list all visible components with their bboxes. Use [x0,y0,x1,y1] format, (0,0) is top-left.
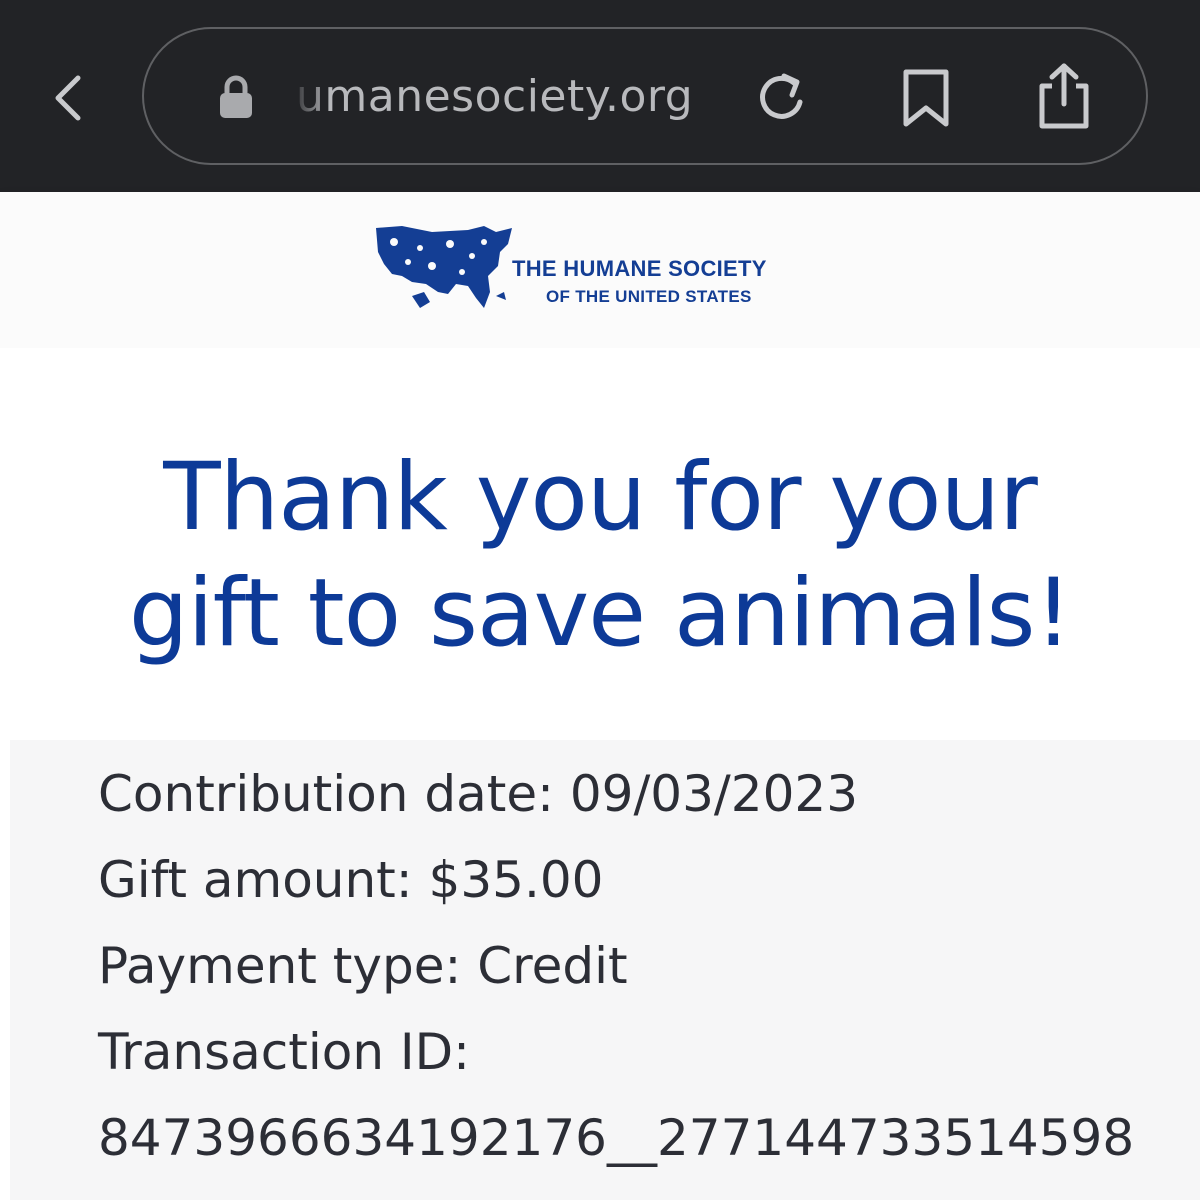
headline-line-1: Thank you for your [163,443,1038,552]
bookmark-icon[interactable] [894,66,958,130]
page-title: Thank you for your gift to save animals! [0,440,1200,672]
usa-animals-map-icon [376,226,512,308]
url-fade [290,62,330,132]
back-button[interactable] [40,66,96,130]
payment-type: Payment type: Credit [98,937,628,995]
transaction-id-label: Transaction ID: [98,1023,471,1081]
contribution-date: Contribution date: 09/03/2023 [98,765,859,823]
transaction-id-value: 8473966634192176__277144733514598 [98,1109,1135,1167]
url-text[interactable]: umanesociety.org [296,62,693,132]
share-icon[interactable] [1032,60,1096,132]
hsus-logo[interactable]: THE HUMANE SOCIETY OF THE UNITED STATES [372,222,832,314]
gift-amount: Gift amount: $35.00 [98,851,604,909]
reload-icon[interactable] [750,66,814,130]
logo-subtitle: OF THE UNITED STATES [546,287,752,306]
logo-title: THE HUMANE SOCIETY [512,256,767,281]
headline-line-2: gift to save animals! [128,559,1072,668]
chevron-left-icon [55,75,81,121]
lock-icon [220,75,252,118]
